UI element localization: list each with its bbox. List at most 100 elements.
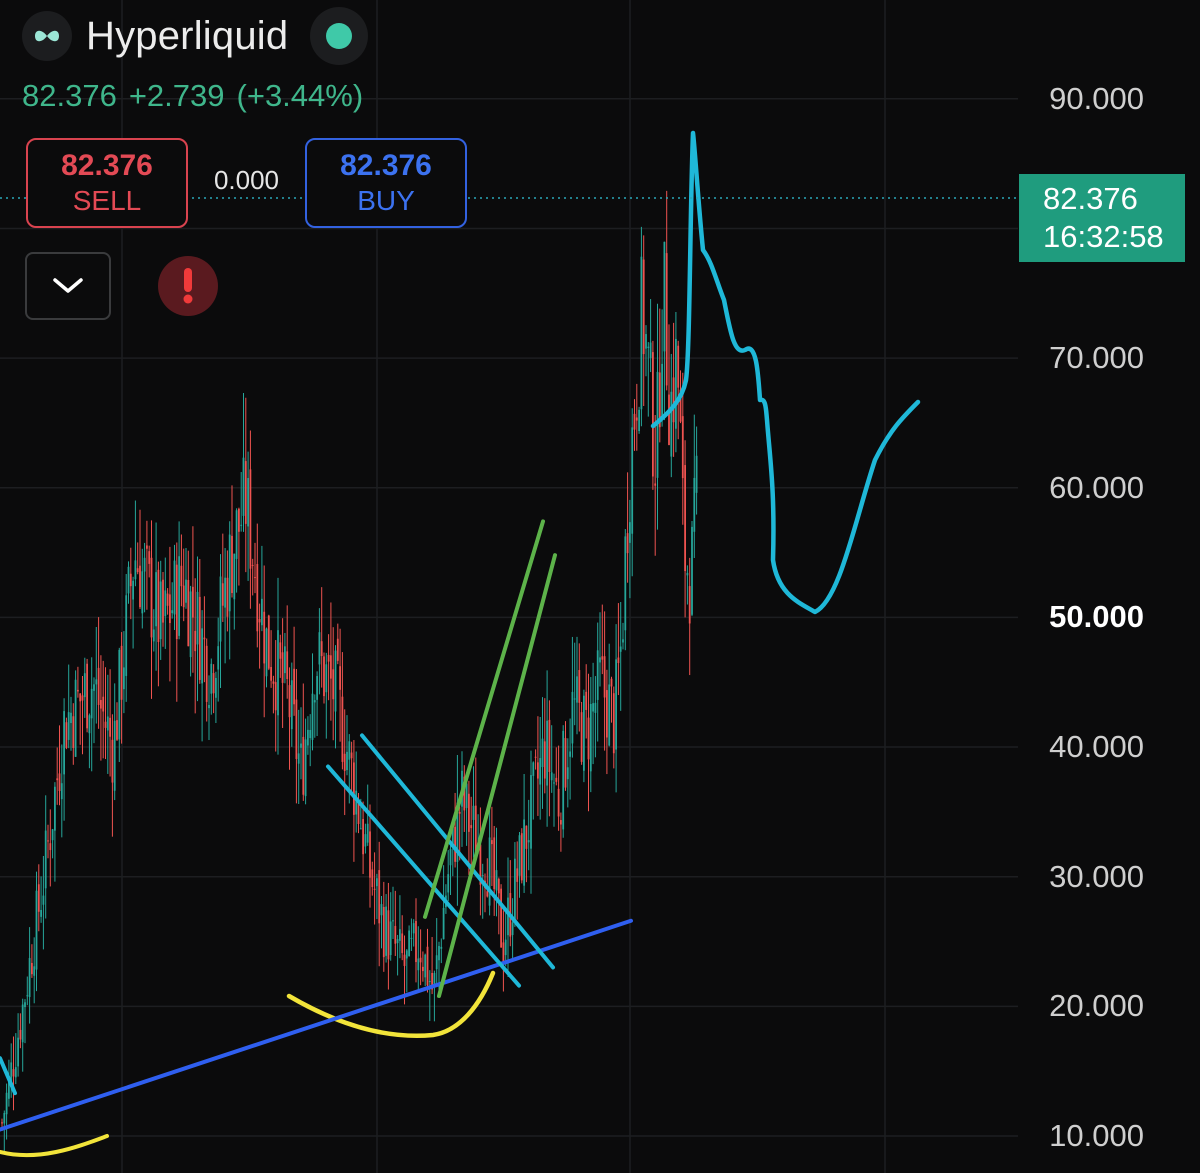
candle-body xyxy=(596,650,599,700)
candle-body xyxy=(330,655,332,679)
candle-body xyxy=(366,823,369,843)
candle-body xyxy=(221,583,224,606)
yellow-bottom-arc-left[interactable] xyxy=(0,1134,109,1158)
expand-dropdown-button[interactable] xyxy=(25,252,111,320)
current-price-tag: 82.376 16:32:58 xyxy=(1019,174,1185,262)
yellow-bottom-arc-middle[interactable] xyxy=(286,970,496,1038)
candle-body xyxy=(169,594,171,624)
candle-body xyxy=(557,788,560,817)
candle-body xyxy=(585,691,588,710)
candle-body xyxy=(527,840,530,843)
candle-body xyxy=(530,775,532,849)
candle-body xyxy=(247,478,249,527)
candle-body xyxy=(350,752,353,759)
candle-body xyxy=(180,565,183,587)
candle-body xyxy=(132,580,134,600)
candle-body xyxy=(534,756,537,758)
candle-body xyxy=(14,1067,17,1078)
candle-body xyxy=(580,712,583,762)
candle-body xyxy=(364,834,367,847)
candle-body xyxy=(500,888,502,948)
candle-body xyxy=(516,868,519,882)
candle-body xyxy=(502,942,505,963)
blue-support-line[interactable] xyxy=(0,918,633,1132)
sell-label: SELL xyxy=(72,185,142,216)
candle-body xyxy=(219,576,222,642)
candle-body xyxy=(295,699,298,759)
candle-body xyxy=(228,534,231,612)
candle-body xyxy=(182,585,185,608)
candle-body xyxy=(56,778,59,781)
candle-body xyxy=(86,663,88,729)
candle-body xyxy=(44,830,47,889)
candle-body xyxy=(118,649,121,740)
candle-body xyxy=(645,334,647,349)
candle-body xyxy=(21,1004,24,1043)
candle-body xyxy=(376,878,378,887)
candle-body xyxy=(615,659,617,750)
candle-body xyxy=(686,572,689,576)
candle-body xyxy=(256,564,259,632)
candle-body xyxy=(638,409,640,432)
symbol-header[interactable]: Hyperliquid xyxy=(22,7,369,65)
candle-body xyxy=(599,657,601,663)
candle-body xyxy=(159,581,162,640)
alert-button[interactable] xyxy=(158,256,218,316)
candle-body xyxy=(109,717,111,737)
candle-body xyxy=(385,906,387,956)
candle-body xyxy=(249,469,252,569)
candle-body xyxy=(362,819,364,855)
candle-body xyxy=(693,477,696,532)
candle-body xyxy=(261,598,263,626)
candle-body xyxy=(316,676,318,700)
sell-price: 82.376 xyxy=(61,149,153,182)
candle-body xyxy=(511,922,514,935)
candle-body xyxy=(353,762,355,815)
candle-body xyxy=(65,722,68,748)
candle-body xyxy=(562,730,565,830)
candle-body xyxy=(24,1002,26,1008)
candle-body xyxy=(17,1037,19,1067)
candle-body xyxy=(382,906,385,958)
sell-button[interactable]: 82.376 SELL xyxy=(26,138,188,228)
axis-label-60-000: 60.000 xyxy=(1043,469,1144,506)
candle-body xyxy=(603,656,606,698)
green-channel-line-left[interactable] xyxy=(423,519,545,919)
candle-body xyxy=(3,1112,6,1124)
candle-body xyxy=(336,638,339,661)
candle-body xyxy=(270,666,272,681)
candle-body xyxy=(408,930,410,957)
candle-body xyxy=(332,669,335,700)
candle-body xyxy=(341,696,344,762)
candle-body xyxy=(491,840,493,845)
candle-body xyxy=(90,688,93,719)
chart-drawings[interactable] xyxy=(0,130,921,1158)
candle-body xyxy=(201,628,203,684)
candle-body xyxy=(339,666,341,690)
candle-body xyxy=(472,805,475,820)
candle-body xyxy=(304,739,307,797)
candle-body xyxy=(555,777,558,782)
candle-body xyxy=(380,904,383,916)
candle-body xyxy=(54,786,56,831)
candle-body xyxy=(83,673,86,698)
buy-button[interactable]: 82.376 BUY xyxy=(305,138,467,228)
candle-body xyxy=(327,654,330,662)
candle-body xyxy=(251,564,254,566)
candle-body xyxy=(187,580,190,647)
candle-body xyxy=(371,869,374,888)
candle-body xyxy=(258,618,261,623)
axis-label-70-000: 70.000 xyxy=(1043,340,1144,377)
candle-body xyxy=(629,522,631,543)
candle-body xyxy=(523,819,525,886)
candle-body xyxy=(1,1122,3,1124)
candle-body xyxy=(422,966,424,972)
candle-body xyxy=(49,843,52,851)
candle-body xyxy=(309,729,312,739)
candle-body xyxy=(426,946,429,986)
candle-body xyxy=(525,825,528,849)
candle-body xyxy=(454,826,456,862)
candle-body xyxy=(148,551,151,564)
candle-body xyxy=(688,586,691,624)
candle-body xyxy=(369,831,371,878)
